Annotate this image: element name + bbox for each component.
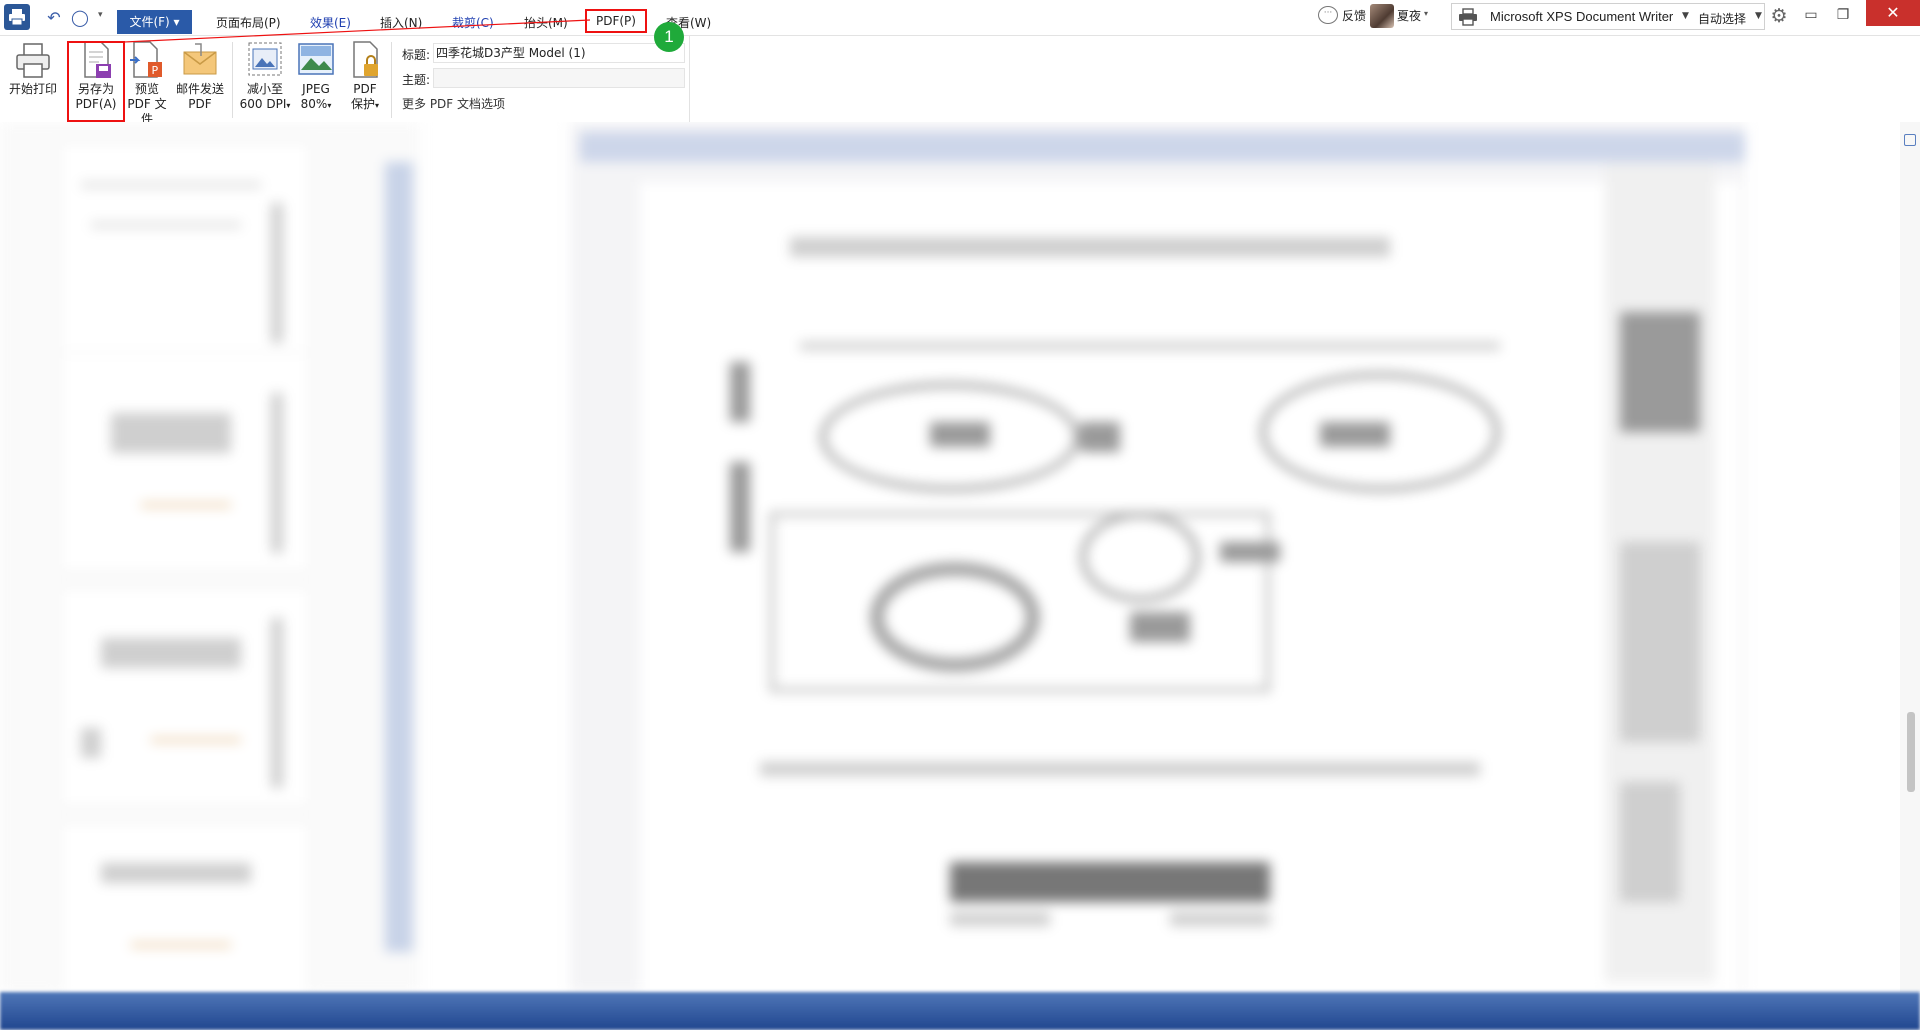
pdf-protect-label-2: 保护▾ xyxy=(343,97,387,113)
title-bar: ↶ ◯ ▾ 文件(F) ▾ 页面布局(P) 效果(E) 插入(N) 裁剪(C) … xyxy=(0,0,1920,36)
envelope-icon xyxy=(183,43,217,75)
ribbon-divider xyxy=(391,42,392,118)
reduce-dpi-button[interactable]: 减小至 600 DPI▾ xyxy=(237,40,293,113)
minimize-button[interactable]: ▭ xyxy=(1800,2,1822,28)
email-pdf-label-1: 邮件发送 xyxy=(175,82,224,96)
more-pdf-options-link[interactable]: 更多 PDF 文档选项 xyxy=(402,95,505,112)
status-bar xyxy=(0,992,1920,1030)
printer-selector[interactable]: Microsoft XPS Document Writer ▼ 自动选择 ▼ xyxy=(1451,3,1765,30)
image-resize-icon xyxy=(248,42,282,76)
feedback-icon[interactable]: ··· xyxy=(1318,6,1338,24)
jpeg-label-1: JPEG xyxy=(302,82,330,96)
title-field[interactable]: 四季花城D3产型 Model (1) xyxy=(433,43,685,63)
subject-field[interactable] xyxy=(433,68,685,88)
start-print-button[interactable]: 开始打印 xyxy=(4,40,62,97)
close-button[interactable]: ✕ xyxy=(1866,0,1920,26)
chevron-down-icon: ▾ xyxy=(375,101,380,110)
jpeg-quality-button[interactable]: JPEG 80%▾ xyxy=(293,40,339,113)
jpeg-quality-value: 80% xyxy=(300,97,328,111)
file-menu-label: 文件(F) xyxy=(129,15,170,29)
preview-pdf-button[interactable]: P 预览 PDF 文件 xyxy=(122,40,172,127)
printer-icon xyxy=(16,43,50,78)
reduce-dpi-label-1: 减小至 xyxy=(246,82,283,96)
email-pdf-button[interactable]: 邮件发送 PDF xyxy=(172,40,228,112)
paper-source-select[interactable]: 自动选择 xyxy=(1698,10,1746,27)
chevron-down-icon: ▾ xyxy=(327,101,332,110)
lock-document-icon xyxy=(353,41,378,78)
pdf-protect-button[interactable]: PDF 保护▾ xyxy=(343,40,387,113)
chevron-down-icon: ▾ xyxy=(169,15,180,29)
restore-button[interactable]: ❐ xyxy=(1832,2,1854,28)
step-1-badge: 1 xyxy=(654,22,684,52)
save-button-highlight xyxy=(67,41,125,122)
preview-pdf-label-1: 预览 xyxy=(134,82,159,96)
pdf-protect-value: 保护 xyxy=(350,97,375,111)
blurred-preview xyxy=(0,122,1920,992)
printer-name: Microsoft XPS Document Writer xyxy=(1490,9,1674,24)
tab-page-layout[interactable]: 页面布局(P) xyxy=(216,14,281,32)
preview-pdf-icon: P xyxy=(130,41,162,78)
tab-insert[interactable]: 插入(N) xyxy=(380,14,422,32)
printer-dropdown-icon[interactable]: ▼ xyxy=(1682,11,1689,21)
customize-icon[interactable]: ▾ xyxy=(98,10,108,20)
start-print-label: 开始打印 xyxy=(8,82,57,96)
page-thumbnails xyxy=(0,122,420,992)
user-menu-chevron-icon[interactable]: ▾ xyxy=(1424,9,1428,18)
ribbon-divider xyxy=(232,42,233,118)
undo-icon[interactable]: ↶ xyxy=(44,8,64,28)
tab-header[interactable]: 抬头(M) xyxy=(524,14,568,32)
tab-effects[interactable]: 效果(E) xyxy=(310,14,351,32)
user-name[interactable]: 夏夜 xyxy=(1397,7,1421,24)
picture-icon xyxy=(298,43,334,75)
reduce-dpi-label-2: 600 DPI▾ xyxy=(237,97,293,113)
feedback-link[interactable]: 反馈 xyxy=(1342,7,1366,24)
vertical-scrollbar[interactable] xyxy=(1900,122,1920,992)
email-pdf-label-2: PDF xyxy=(188,97,212,111)
avatar[interactable] xyxy=(1370,4,1394,28)
tab-pdf[interactable]: PDF(P) xyxy=(585,9,647,33)
printer-icon xyxy=(1459,8,1477,26)
zoom-fit-icon[interactable] xyxy=(1904,134,1916,146)
jpeg-label-2: 80%▾ xyxy=(293,97,339,113)
chevron-down-icon: ▾ xyxy=(286,101,291,110)
zoom-icon[interactable]: ◯ xyxy=(70,8,90,28)
pdf-protect-label-1: PDF xyxy=(353,82,377,96)
print-preview-area[interactable] xyxy=(0,122,1920,992)
reduce-dpi-value: 600 DPI xyxy=(239,97,287,111)
subject-label: 主题: xyxy=(402,73,431,87)
paper-source-dropdown-icon[interactable]: ▼ xyxy=(1755,11,1762,21)
tab-crop[interactable]: 裁剪(C) xyxy=(452,14,494,32)
title-label: 标题: xyxy=(402,48,431,62)
svg-text:P: P xyxy=(152,64,159,77)
gear-icon[interactable]: ⚙ xyxy=(1768,5,1790,27)
print-icon[interactable] xyxy=(4,4,30,30)
scrollbar-thumb[interactable] xyxy=(1907,712,1915,792)
file-menu-button[interactable]: 文件(F) ▾ xyxy=(117,10,192,34)
